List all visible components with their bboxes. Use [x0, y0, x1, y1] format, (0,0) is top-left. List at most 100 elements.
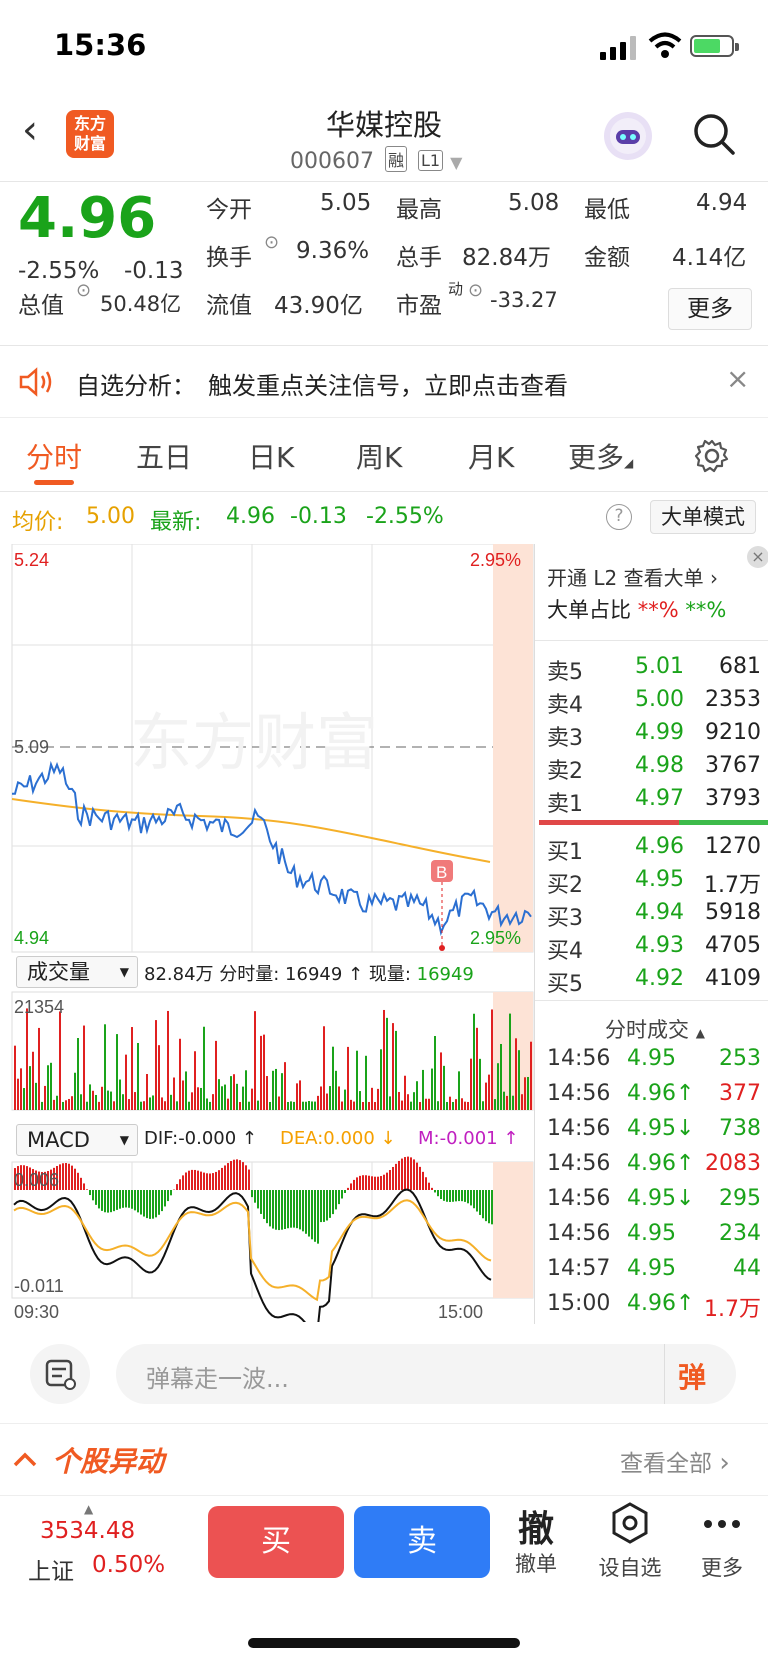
stock-movers-bar[interactable]: 个股异动 查看全部 ›	[0, 1424, 768, 1496]
trade-price: 4.95	[627, 1046, 676, 1071]
danmu-send-icon[interactable]: 弹	[678, 1356, 706, 1396]
stock-code-row[interactable]: 000607 融 L1 ▼	[290, 146, 462, 174]
tab-daily-k[interactable]: 日K	[248, 436, 294, 476]
volume-bar	[227, 1098, 229, 1110]
tab-monthly-k[interactable]: 月K	[468, 436, 514, 476]
assistant-robot-icon[interactable]	[604, 112, 652, 160]
volume-bar	[92, 1090, 94, 1110]
trade-time: 14:56	[547, 1116, 611, 1141]
volume-bar	[17, 1078, 19, 1110]
macd-bar	[431, 1187, 433, 1190]
volume-bar	[152, 1095, 154, 1110]
volume-bar	[101, 1086, 103, 1110]
l2-upgrade-link[interactable]: 开通 L2 查看大单 ›	[547, 562, 718, 591]
volume-bar	[329, 1086, 331, 1110]
macd-bar	[410, 1157, 412, 1190]
info-icon[interactable]: ⊙	[468, 280, 483, 301]
trade-row: 14:56 4.95 234	[535, 1221, 768, 1256]
volume-bar	[32, 1051, 34, 1110]
close-icon[interactable]: ×	[726, 362, 749, 395]
macd-bar	[206, 1173, 208, 1190]
volume-bar	[401, 1100, 403, 1110]
index-value[interactable]: 3534.48	[40, 1518, 135, 1544]
sell-button[interactable]: 卖	[354, 1506, 490, 1578]
volume-bar	[299, 1080, 301, 1110]
volume-bar	[176, 1101, 178, 1110]
index-pct[interactable]: 0.50%	[92, 1552, 165, 1578]
intraday-chart-area: 东方财富 B 5.24 5.09 4.94 2.95% 2.95% 21354 …	[0, 544, 768, 1324]
float-value: 43.90亿	[274, 293, 363, 319]
volume-bar	[434, 1036, 436, 1110]
order-price: 4.97	[635, 786, 684, 811]
close-icon[interactable]: ×	[747, 546, 768, 568]
order-level-label: 卖3	[547, 726, 583, 751]
volume-bar	[485, 1082, 487, 1110]
order-level-label: 卖4	[547, 693, 583, 718]
macd-bar	[86, 1189, 88, 1190]
index-name[interactable]: 上证	[28, 1552, 74, 1586]
volume-bar	[134, 1092, 136, 1110]
macd-bar	[320, 1190, 322, 1223]
help-icon[interactable]: ?	[606, 504, 632, 530]
macd-bar	[116, 1190, 118, 1210]
macd-bar	[461, 1190, 463, 1202]
order-volume: 5918	[705, 900, 761, 925]
search-icon[interactable]	[692, 112, 736, 156]
intraday-chart[interactable]: 东方财富 B 5.24 5.09 4.94 2.95% 2.95% 21354 …	[0, 544, 534, 1322]
macd-bar	[80, 1177, 82, 1190]
macd-bar	[191, 1169, 193, 1190]
macd-bar	[260, 1190, 262, 1214]
danmu-input[interactable]: 弹幕走一波... 弹	[116, 1344, 736, 1404]
order-level-label: 卖1	[547, 792, 583, 817]
volume-bar	[194, 1051, 196, 1110]
analysis-notice[interactable]: 自选分析： 触发重点关注信号，立即点击查看 ×	[0, 346, 768, 418]
volume-bar	[254, 1011, 256, 1110]
view-all-link[interactable]: 查看全部 ›	[620, 1444, 730, 1478]
order-level-label: 卖5	[547, 660, 583, 685]
macd-bar	[215, 1171, 217, 1190]
volume-bar	[494, 1099, 496, 1110]
more-quote-button[interactable]: 更多	[668, 288, 752, 330]
y-axis-top: 5.24	[14, 550, 49, 570]
info-icon[interactable]: ⊙	[264, 232, 279, 253]
macd-bar	[491, 1190, 493, 1225]
buy-order-row: 买2 4.95 1.7万	[535, 867, 768, 900]
macd-bar	[422, 1171, 424, 1190]
big-order-mode-button[interactable]: 大单模式	[650, 500, 756, 534]
info-icon[interactable]: ⊙	[76, 280, 91, 301]
tab-weekly-k[interactable]: 周K	[356, 436, 402, 476]
macd-indicator-select[interactable]: MACD ▼	[16, 1124, 138, 1156]
volume-indicator-select[interactable]: 成交量 ▼	[16, 956, 138, 988]
macd-bar	[434, 1190, 436, 1193]
order-book-panel: × 开通 L2 查看大单 › 大单占比 **% **% 卖5 5.01 681 卖4 5…	[534, 544, 768, 1324]
buy-button[interactable]: 买	[208, 1506, 344, 1578]
volume-bar	[251, 1088, 253, 1110]
macd-bar	[149, 1190, 151, 1219]
macd-bar	[374, 1176, 376, 1190]
gear-icon[interactable]	[694, 438, 730, 474]
volume-bar	[59, 1011, 61, 1110]
add-watchlist-button[interactable]: 设自选	[590, 1500, 670, 1582]
volume-bar	[431, 1068, 433, 1110]
macd-bar	[398, 1160, 400, 1190]
order-price: 4.95	[635, 867, 684, 892]
tab-more[interactable]: 更多◢	[568, 436, 633, 476]
volume-bar	[530, 1041, 532, 1110]
volume-bar	[437, 1101, 439, 1110]
volume-bar	[353, 1101, 355, 1110]
tab-five-day[interactable]: 五日	[136, 436, 192, 476]
volume-bar	[224, 1084, 226, 1110]
volume-bar	[161, 1097, 163, 1110]
mktcap-label: 总值	[18, 293, 64, 319]
cancel-order-button[interactable]: 撤 撤单	[496, 1500, 576, 1578]
tab-intraday[interactable]: 分时	[26, 436, 82, 476]
macd-bar	[119, 1190, 121, 1209]
more-button[interactable]: 更多	[682, 1500, 762, 1582]
trades-title[interactable]: 分时成交 ▲	[605, 1014, 705, 1044]
order-level-label: 买2	[547, 873, 583, 898]
volume-bar	[407, 1094, 409, 1110]
macd-bar	[266, 1190, 268, 1224]
danmu-settings-icon[interactable]	[30, 1344, 90, 1404]
macd-bar	[407, 1156, 409, 1190]
volume-bar	[185, 1071, 187, 1110]
